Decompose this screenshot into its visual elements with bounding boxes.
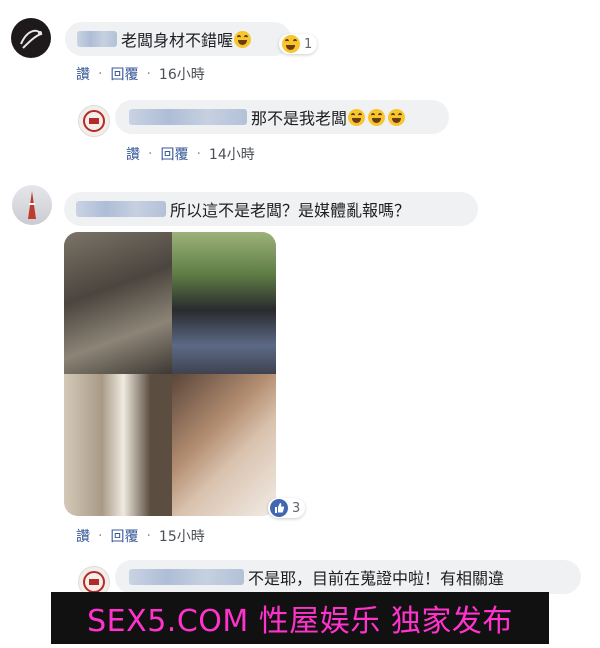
- comment-bubble: 老闆身材不錯喔: [65, 22, 291, 56]
- reply-bubble: 不是耶，目前在蒐證中啦！有相關違: [115, 560, 581, 594]
- like-link[interactable]: 讚: [76, 526, 90, 546]
- page-avatar[interactable]: [78, 105, 110, 137]
- commenter-avatar[interactable]: [12, 185, 52, 225]
- tower-photo-icon: [28, 191, 36, 219]
- reply-actions: 讚 · 回覆 · 14小時: [126, 144, 255, 164]
- reply-bubble: 那不是我老闆: [115, 100, 449, 134]
- comment-actions: 讚 · 回覆 · 16小時: [76, 64, 205, 84]
- brand-logo-icon: [83, 110, 105, 132]
- collage-photo-4[interactable]: [172, 374, 276, 516]
- comment-timestamp[interactable]: 16小時: [159, 64, 205, 84]
- collage-photo-1[interactable]: [64, 232, 172, 374]
- blurred-username: [77, 31, 117, 47]
- laughing-emoji-icon: [234, 30, 252, 48]
- reaction-count[interactable]: 1: [279, 34, 318, 54]
- like-link[interactable]: 讚: [76, 64, 90, 84]
- collage-photo-3[interactable]: [64, 374, 172, 516]
- laughing-emoji-icon: [388, 108, 406, 126]
- blurred-username: [129, 109, 247, 125]
- photo-collage[interactable]: [64, 232, 276, 516]
- commenter-avatar[interactable]: [11, 18, 51, 58]
- reaction-count[interactable]: 3: [268, 498, 306, 518]
- watermark-banner: SEX5.COM 性屋娱乐 独家发布: [51, 592, 549, 644]
- comment-actions: 讚 · 回覆 · 15小時: [76, 526, 205, 546]
- comment-timestamp[interactable]: 15小時: [159, 526, 205, 546]
- blurred-username: [129, 569, 244, 585]
- collage-photo-2[interactable]: [172, 232, 276, 374]
- blurred-username: [76, 201, 166, 217]
- reply-text: 不是耶，目前在蒐證中啦！有相關違: [248, 569, 505, 588]
- comment-text: 老闆身材不錯喔: [121, 31, 234, 50]
- reply-link[interactable]: 回覆: [110, 64, 138, 84]
- reply-link[interactable]: 回覆: [110, 526, 138, 546]
- reply-text: 那不是我老闆: [251, 109, 348, 128]
- laughing-emoji-icon: [368, 108, 386, 126]
- signature-logo-icon: [20, 29, 43, 49]
- comment-bubble: 所以這不是老闆？是媒體亂報嗎？: [64, 192, 478, 226]
- comment-text: 所以這不是老闆？是媒體亂報嗎？: [170, 201, 411, 220]
- reply-link[interactable]: 回覆: [160, 144, 188, 164]
- reply-timestamp[interactable]: 14小時: [209, 144, 255, 164]
- haha-reaction-icon: [282, 35, 300, 53]
- like-reaction-icon: [270, 499, 288, 517]
- watermark-text: SEX5.COM 性屋娱乐 独家发布: [87, 604, 513, 639]
- like-link[interactable]: 讚: [126, 144, 140, 164]
- laughing-emoji-icon: [348, 108, 366, 126]
